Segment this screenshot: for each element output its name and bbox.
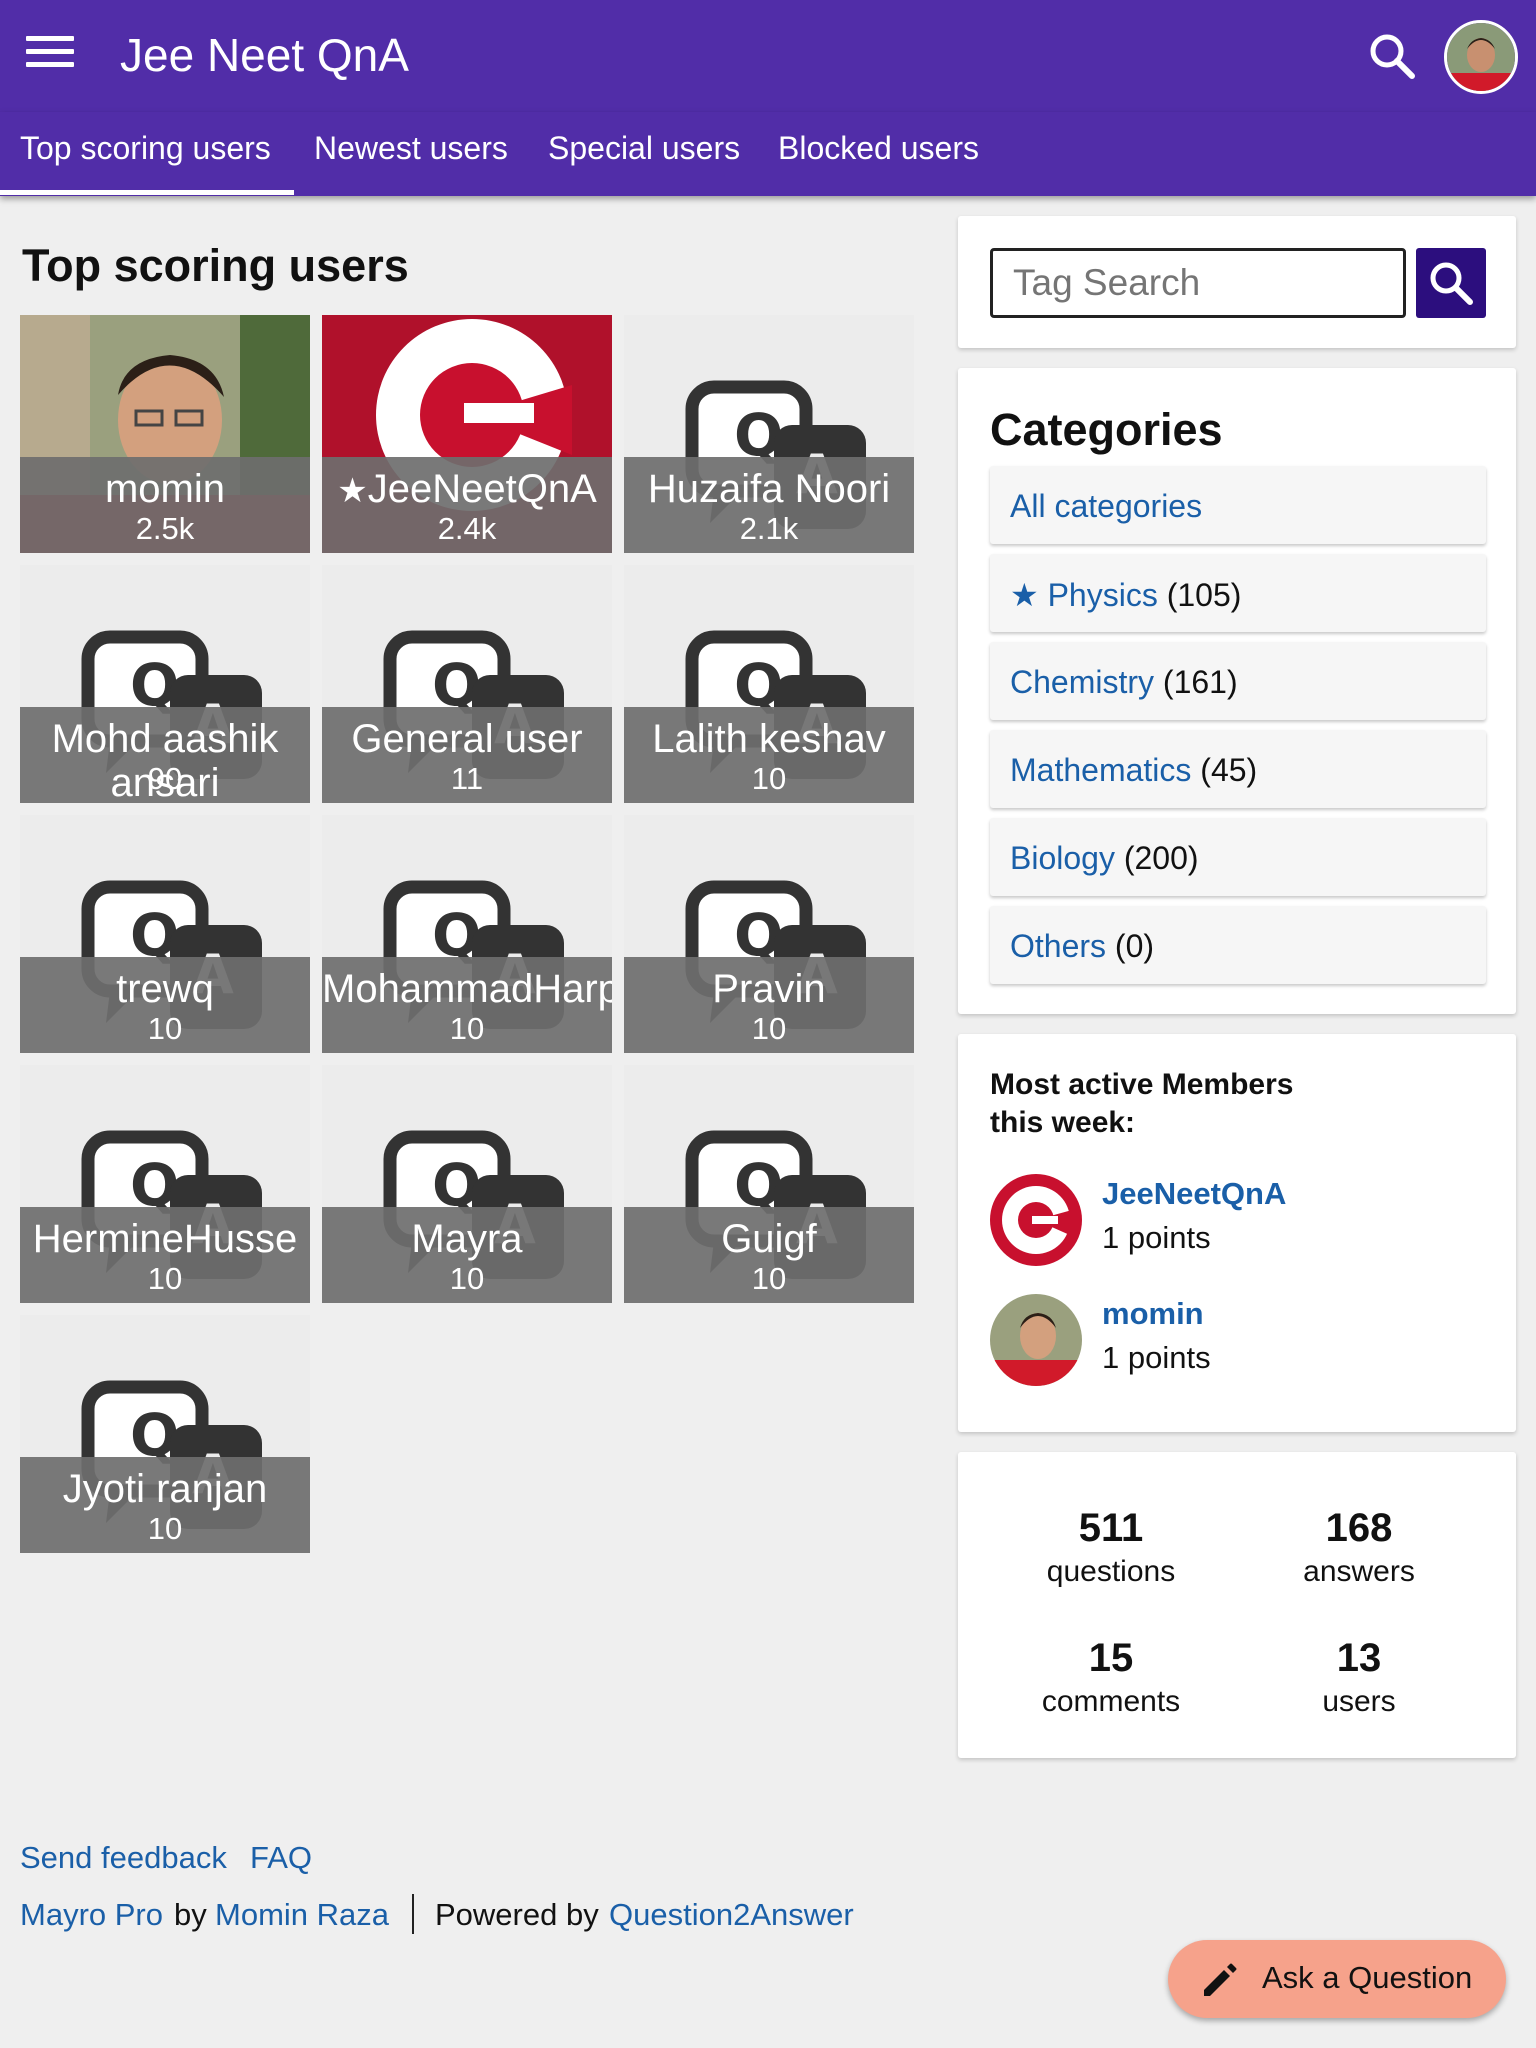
ask-question-label: Ask a Question <box>1262 1960 1473 1995</box>
tag-search-input[interactable] <box>990 248 1406 318</box>
user-name: MohammadHarp <box>322 967 612 1011</box>
stat-answers: 168 answers <box>1303 1506 1415 1588</box>
user-points: 10 <box>449 1261 485 1296</box>
ask-question-button[interactable]: Ask a Question <box>1168 1940 1506 2018</box>
page-title: Top scoring users <box>22 240 409 291</box>
user-points: 10 <box>751 761 787 796</box>
user-name: HermineHusse <box>32 1217 298 1261</box>
user-name: ★JeeNeetQnA <box>337 467 597 511</box>
category-chemistry[interactable]: Chemistry (161) <box>990 642 1486 720</box>
category-biology[interactable]: Biology (200) <box>990 818 1486 896</box>
category-others[interactable]: Others (0) <box>990 906 1486 984</box>
stat-comments: 15 comments <box>1041 1636 1181 1718</box>
site-stats-card: 511 questions 168 answers 15 comments 13 use… <box>958 1452 1516 1758</box>
user-tile-mohammadharp[interactable]: QA MohammadHarp 10 <box>322 815 612 1053</box>
user-points: 2.4k <box>437 511 497 546</box>
user-points: 10 <box>147 1511 183 1546</box>
q2a-link[interactable]: Question2Answer <box>609 1897 854 1933</box>
tab-blocked-users[interactable]: Blocked users <box>778 130 979 167</box>
category-mathematics[interactable]: Mathematics (45) <box>990 730 1486 808</box>
powered-by-text: Powered by <box>435 1897 599 1932</box>
user-tile-trewq[interactable]: QA trewq 10 <box>20 815 310 1053</box>
star-icon: ★ <box>1010 577 1048 613</box>
user-points: 2.1k <box>739 511 799 546</box>
user-avatar[interactable] <box>1444 20 1518 94</box>
stat-users: 13 users <box>1322 1636 1396 1718</box>
user-tile-jeeneetqna[interactable]: ★JeeNeetQnA 2.4k <box>322 315 612 553</box>
user-points: 10 <box>751 1011 787 1046</box>
footer-by-text: by <box>174 1897 207 1932</box>
category-physics[interactable]: ★ Physics (105) <box>990 554 1486 632</box>
user-name: General user <box>351 717 583 761</box>
user-tile-mayra[interactable]: QA Mayra 10 <box>322 1065 612 1303</box>
user-points: 10 <box>147 1261 183 1296</box>
user-tile-huzaifa-noori[interactable]: QA Huzaifa Noori 2.1k <box>624 315 914 553</box>
pencil-icon <box>1204 1963 1237 1996</box>
active-members-card: Most active Members this week: JeeNeetQn… <box>958 1034 1516 1432</box>
send-feedback-link[interactable]: Send feedback <box>20 1840 227 1876</box>
star-icon: ★ <box>337 472 368 510</box>
user-tile-pravin[interactable]: QA Pravin 10 <box>624 815 914 1053</box>
user-points: 10 <box>751 1261 787 1296</box>
user-points: 11 <box>450 761 484 796</box>
member-name[interactable]: JeeNeetQnA <box>1102 1176 1286 1212</box>
theme-link[interactable]: Mayro Pro <box>20 1897 163 1933</box>
active-tab-indicator <box>0 190 294 195</box>
member-avatar[interactable] <box>990 1174 1082 1266</box>
member-points: 1 points <box>1102 1220 1211 1255</box>
user-tile-guigf[interactable]: QA Guigf 10 <box>624 1065 914 1303</box>
user-name: Pravin <box>712 967 826 1011</box>
member-avatar[interactable] <box>990 1294 1082 1386</box>
tab-newest-users[interactable]: Newest users <box>314 130 508 167</box>
user-tile-mohd-aashik-ansari[interactable]: QA Mohd aashik ansari 90 <box>20 565 310 803</box>
user-name: momin <box>104 467 226 511</box>
search-icon <box>1430 262 1473 305</box>
user-tile-general-user[interactable]: QA General user 11 <box>322 565 612 803</box>
user-name: Lalith keshav <box>652 717 886 761</box>
category-all[interactable]: All categories <box>990 466 1486 544</box>
member-name[interactable]: momin <box>1102 1296 1204 1332</box>
faq-link[interactable]: FAQ <box>250 1840 312 1876</box>
user-name: trewq <box>116 967 214 1011</box>
user-points: 2.5k <box>135 511 195 546</box>
user-tile-jyoti-ranjan[interactable]: QA Jyoti ranjan 10 <box>20 1315 310 1553</box>
categories-heading: Categories <box>990 404 1223 455</box>
footer-divider <box>412 1894 414 1934</box>
active-member: JeeNeetQnA 1 points <box>990 1174 1470 1274</box>
tab-top-scoring-users[interactable]: Top scoring users <box>20 130 271 167</box>
author-link[interactable]: Momin Raza <box>215 1897 389 1933</box>
stat-questions: 511 questions <box>1046 1506 1176 1588</box>
user-points: 90 <box>147 761 183 796</box>
app-header: Jee Neet QnA <box>0 0 1536 112</box>
user-tile-lalith-keshav[interactable]: QA Lalith keshav 10 <box>624 565 914 803</box>
tag-search-button[interactable] <box>1416 248 1486 318</box>
user-name: Guigf <box>721 1217 817 1261</box>
user-points: 10 <box>449 1011 485 1046</box>
user-points: 10 <box>147 1011 183 1046</box>
member-points: 1 points <box>1102 1340 1211 1375</box>
user-name: Jyoti ranjan <box>62 1467 268 1511</box>
tag-search-card <box>958 216 1516 348</box>
user-name: Mayra <box>411 1217 523 1261</box>
user-tile-herminehusse[interactable]: QA HermineHusse 10 <box>20 1065 310 1303</box>
categories-card: Categories All categories ★ Physics (105… <box>958 368 1516 1014</box>
site-title[interactable]: Jee Neet QnA <box>120 28 409 82</box>
hamburger-menu-icon[interactable] <box>26 36 74 72</box>
user-name: Huzaifa Noori <box>647 467 891 511</box>
active-member: momin 1 points <box>990 1294 1470 1394</box>
tab-special-users[interactable]: Special users <box>548 130 740 167</box>
users-tabs: Top scoring users Newest users Special u… <box>0 112 1536 196</box>
active-members-heading: Most active Members this week: <box>990 1068 1294 1139</box>
search-icon[interactable] <box>1366 30 1418 82</box>
user-tile-momin[interactable]: momin 2.5k <box>20 315 310 553</box>
